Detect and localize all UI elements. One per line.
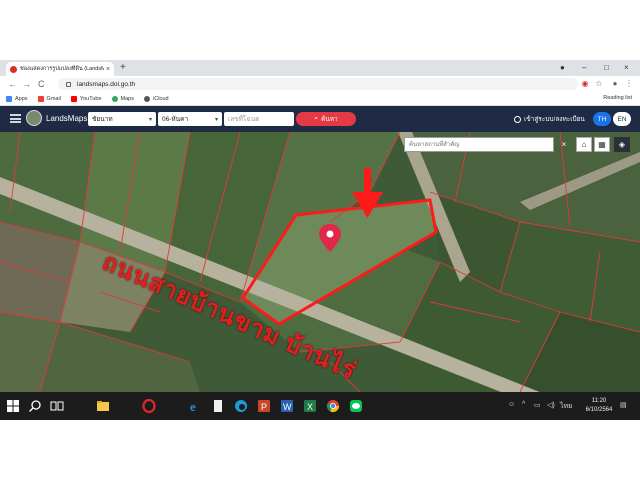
bookmark-icloud[interactable]: iCloud	[144, 95, 169, 102]
browser-toolbar: ← → C landsmaps.dol.go.th ◉ ☆ ● ⋮	[0, 76, 640, 92]
svg-text:W: W	[283, 402, 292, 412]
people-icon[interactable]: ☺	[508, 401, 515, 408]
svg-text:P: P	[261, 402, 267, 412]
new-tab-button[interactable]: +	[120, 62, 126, 74]
bookmark-gmail[interactable]: Gmail	[37, 95, 61, 102]
home-icon[interactable]: ⌂	[576, 137, 592, 152]
chrome-icon[interactable]	[326, 399, 340, 413]
bookmark-apps[interactable]: Apps	[6, 95, 28, 102]
search-button-label: ค้นหา	[320, 116, 338, 123]
forward-button[interactable]: →	[22, 78, 31, 90]
search-button[interactable]: ⌕ ค้นหา	[296, 112, 356, 126]
brand-name: LandsMaps	[46, 114, 88, 123]
app-header: LandsMaps ชัยนาท ▾ 06-หันคา ▾ ⌕ ค้นหา เข้า…	[0, 106, 640, 132]
powerpoint-icon[interactable]: P	[257, 399, 271, 413]
close-window-button[interactable]: ×	[624, 62, 629, 74]
language-indicator[interactable]: ไทย	[560, 401, 572, 412]
word-icon[interactable]: W	[280, 399, 294, 413]
district-value: 06-หันคา	[162, 116, 189, 123]
login-register-link[interactable]: เข้าสู่ระบบ/ลงทะเบียน	[514, 114, 585, 124]
search-icon[interactable]	[28, 399, 42, 413]
user-icon	[514, 115, 521, 123]
minimize-button[interactable]: –	[582, 62, 586, 74]
chevron-down-icon: ▾	[214, 116, 218, 123]
reload-button[interactable]: C	[38, 78, 45, 90]
province-value: ชัยนาท	[92, 116, 113, 123]
volume-icon[interactable]: ◁)	[547, 401, 555, 409]
reading-list-button[interactable]: Reading list	[603, 95, 632, 101]
address-bar[interactable]: landsmaps.dol.go.th	[58, 78, 578, 90]
opera-icon[interactable]	[142, 399, 156, 413]
browser-tab[interactable]: ช่องแสดงการรูปแปลงที่ดิน (LandsMaps) ×	[6, 62, 114, 76]
system-clock[interactable]: 11:20 6/10/2564	[584, 397, 614, 415]
maps-pin-icon	[111, 95, 118, 102]
task-view-icon[interactable]	[50, 399, 64, 413]
back-button[interactable]: ←	[8, 78, 17, 90]
bookmark-maps[interactable]: Maps	[111, 95, 134, 102]
show-hidden-icons[interactable]: ^	[522, 401, 525, 408]
layers-icon[interactable]: ◈	[614, 137, 630, 152]
apple-icon	[144, 95, 150, 102]
hamburger-menu-icon[interactable]	[10, 114, 21, 123]
tab-close-button[interactable]: ×	[106, 66, 110, 73]
file-explorer-icon[interactable]	[96, 399, 110, 413]
lang-th-button[interactable]: TH	[593, 112, 611, 126]
menu-dots-icon[interactable]: ⋮	[624, 79, 634, 89]
svg-text:X: X	[307, 402, 313, 412]
bookmark-star-icon[interactable]: ☆	[594, 79, 604, 89]
excel-icon[interactable]: X	[303, 399, 317, 413]
screenshot: ช่องแสดงการรูปแปลงที่ดิน (LandsMaps) × +…	[0, 60, 640, 420]
close-search-button[interactable]: ×	[556, 137, 572, 152]
svg-text:e: e	[190, 399, 196, 413]
landsmaps-logo	[26, 110, 42, 126]
windows-taskbar: e P W X ☺ ^ ▭ ◁) ไทย 11:20 6/10/2564 ▤	[0, 392, 640, 420]
province-select[interactable]: ชัยนาท ▾	[88, 112, 156, 126]
url-text: landsmaps.dol.go.th	[77, 80, 136, 88]
notepad-icon[interactable]	[211, 399, 225, 413]
network-icon[interactable]: ▭	[534, 401, 541, 409]
windows-start-icon[interactable]	[6, 399, 20, 413]
deed-number-input[interactable]	[224, 112, 294, 126]
satellite-map[interactable]: × ⌂ ▦ ◈ ถนนสายบ้านขาม บ้านไร่ ✕ •••	[0, 132, 640, 392]
apps-grid-icon	[6, 95, 12, 102]
search-icon: ⌕	[314, 115, 318, 122]
maximize-button[interactable]: □	[604, 62, 609, 74]
browser-tab-strip: ช่องแสดงการรูปแปลงที่ดิน (LandsMaps) × +…	[0, 60, 640, 76]
bookmark-label: YouTube	[79, 95, 102, 102]
edge-icon[interactable]	[234, 399, 248, 413]
location-blocked-icon[interactable]: ◉	[580, 79, 590, 89]
grid-table-icon[interactable]: ▦	[594, 137, 610, 152]
landmark-search-input[interactable]	[404, 137, 554, 152]
map-pin-favicon-icon	[10, 65, 17, 73]
profile-avatar-icon[interactable]: ●	[610, 79, 620, 89]
notifications-icon[interactable]: ▤	[620, 401, 627, 409]
clock-date: 6/10/2564	[585, 407, 613, 413]
lang-en-button[interactable]: EN	[613, 112, 631, 126]
bookmark-label: Gmail	[46, 95, 61, 102]
bookmark-label: iCloud	[153, 95, 169, 102]
bookmark-youtube[interactable]: YouTube	[70, 95, 102, 102]
login-label: เข้าสู่ระบบ/ลงทะเบียน	[524, 116, 585, 123]
profile-circle-icon[interactable]: ●	[560, 62, 565, 74]
bookmark-label: Maps	[120, 95, 134, 102]
tab-title: ช่องแสดงการรูปแปลงที่ดิน (LandsMaps)	[20, 66, 104, 72]
clock-time: 11:20	[591, 398, 607, 404]
bookmark-label: Apps	[15, 95, 28, 102]
bookmarks-bar: Apps Gmail YouTube Maps iCloud Reading l…	[0, 92, 640, 106]
internet-explorer-icon[interactable]: e	[188, 399, 202, 413]
line-app-icon[interactable]	[349, 399, 363, 413]
youtube-icon	[70, 95, 77, 102]
gmail-icon	[37, 95, 44, 102]
district-select[interactable]: 06-หันคา ▾	[158, 112, 222, 126]
lock-icon	[66, 81, 71, 87]
chevron-down-icon: ▾	[148, 116, 152, 123]
